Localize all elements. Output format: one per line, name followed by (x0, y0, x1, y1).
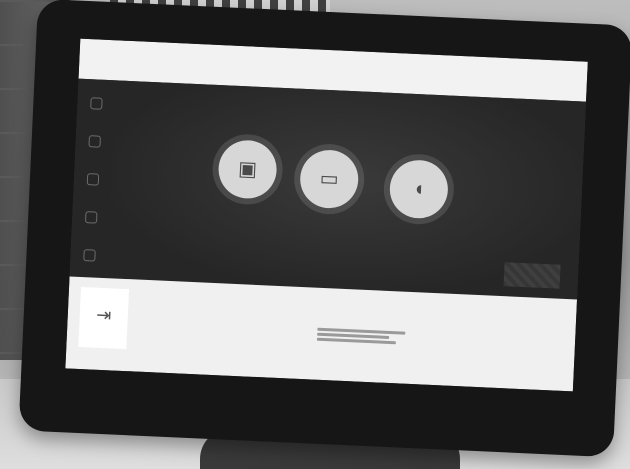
nav-icon-2[interactable] (88, 135, 101, 148)
tablet-device: ▣ ▭ ◖ ⇥ (18, 0, 630, 458)
nav-icon-3[interactable] (86, 173, 100, 186)
tablet-screen: ▣ ▭ ◖ ⇥ (65, 38, 588, 392)
screen-share-icon: ▭ (319, 167, 340, 191)
nav-icon-4[interactable] (84, 211, 98, 224)
call-stage: ▣ ▭ ◖ (107, 80, 586, 300)
nav-icon-5[interactable] (83, 249, 96, 262)
nav-icon-1[interactable] (90, 97, 103, 110)
exit-button[interactable]: ⇥ (78, 286, 130, 350)
corner-logo (503, 262, 561, 289)
meeting-info (316, 326, 428, 346)
screen-share-button[interactable]: ▭ (298, 148, 360, 210)
camera-icon: ▣ (237, 157, 258, 181)
camera-button[interactable]: ▣ (217, 139, 278, 200)
microphone-icon: ◖ (412, 177, 426, 201)
microphone-button[interactable]: ◖ (388, 158, 450, 220)
exit-icon: ⇥ (95, 304, 112, 326)
